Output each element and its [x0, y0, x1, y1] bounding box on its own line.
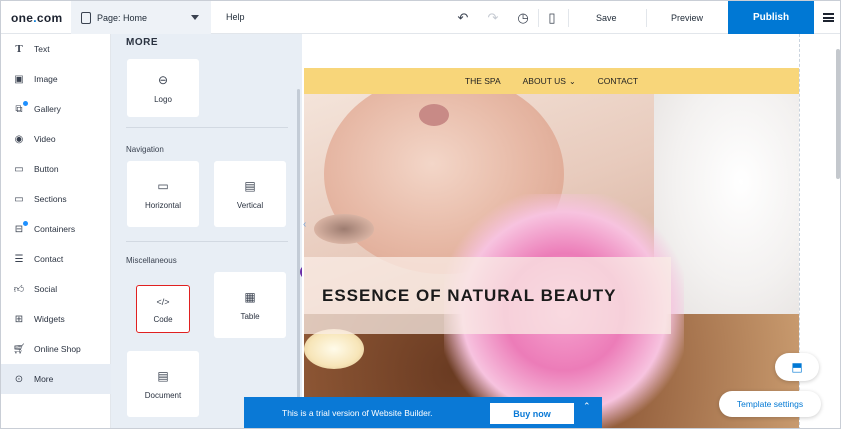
sidebar-item-widgets[interactable]: ⊞ Widgets — [1, 304, 111, 334]
page-selector[interactable]: Page: Home — [71, 1, 211, 34]
more-icon: ⊙ — [14, 373, 24, 385]
nav-link-about-us[interactable]: ABOUT US ⌄ — [523, 76, 576, 86]
vertical-nav-icon: ▤ — [244, 178, 256, 193]
brand-logo[interactable]: one.com — [11, 11, 62, 25]
horizontal-nav-icon: ▭ — [157, 178, 169, 193]
sidebar-item-online-shop[interactable]: 🛒︎ Online Shop — [1, 334, 111, 364]
horizontal-nav-card[interactable]: ▭ Horizontal — [127, 161, 199, 227]
more-elements-panel: MORE ⊖ Logo Navigation ▭ Horizontal ▤ Ve… — [111, 34, 314, 428]
elements-sidebar: T Text ▣ Image ⧉ Gallery ◉ Video ▭ Button ▭ Se… — [1, 34, 111, 428]
sidebar-item-social[interactable]: 👍︎ Social — [1, 274, 111, 304]
chevron-up-icon[interactable]: ⌃ — [583, 401, 591, 412]
sidebar-item-button[interactable]: ▭ Button — [1, 154, 111, 184]
history-icon[interactable]: ◷ — [515, 10, 531, 26]
panel-title: MORE — [126, 37, 158, 48]
canvas-scrollbar[interactable] — [836, 49, 840, 179]
trial-text: This is a trial version of Website Build… — [282, 408, 433, 418]
divider — [126, 241, 288, 242]
page-icon — [81, 11, 91, 24]
site-navigation: THE SPA ABOUT US ⌄ CONTACT — [304, 68, 799, 94]
save-button[interactable]: Save — [596, 13, 617, 23]
trial-banner: This is a trial version of Website Build… — [244, 397, 602, 428]
play-icon: ◉ — [14, 133, 24, 145]
sidebar-item-containers[interactable]: ⊟ Containers — [1, 214, 111, 244]
preview-button[interactable]: Preview — [671, 13, 703, 23]
code-element-card[interactable]: </> Code — [136, 285, 190, 333]
template-settings-button[interactable]: Template settings — [719, 391, 821, 417]
buy-now-button[interactable]: Buy now — [490, 403, 574, 424]
sidebar-item-video[interactable]: ◉ Video — [1, 124, 111, 154]
code-icon: </> — [156, 296, 170, 307]
logo-icon: ⊖ — [157, 72, 169, 87]
gallery-icon: ⧉ — [13, 100, 28, 115]
page-canvas: THE SPA ABOUT US ⌄ CONTACT ESSENCE OF NAT… — [302, 34, 840, 428]
toolbar-divider — [646, 9, 647, 27]
nav-link-contact[interactable]: CONTACT — [598, 76, 638, 86]
table-icon: ▦ — [244, 289, 256, 304]
vertical-nav-card[interactable]: ▤ Vertical — [214, 161, 286, 227]
text-icon: T — [15, 43, 23, 55]
collapse-panel-icon[interactable]: ‹ — [303, 219, 306, 230]
sidebar-item-sections[interactable]: ▭ Sections — [1, 184, 111, 214]
help-link[interactable]: Help — [226, 12, 245, 22]
hamburger-menu-icon[interactable] — [823, 13, 834, 22]
sidebar-item-more[interactable]: ⊙ More — [1, 364, 111, 394]
containers-icon: ⊟ — [13, 220, 28, 235]
contact-icon: ☰ — [14, 253, 24, 265]
page-selector-label: Page: Home — [97, 12, 148, 23]
cart-icon: 🛒︎ — [12, 343, 26, 355]
sidebar-item-image[interactable]: ▣ Image — [1, 64, 111, 94]
site-preview: THE SPA ABOUT US ⌄ CONTACT ESSENCE OF NAT… — [304, 34, 799, 428]
hero-image[interactable]: ESSENCE OF NATURAL BEAUTY — [304, 94, 799, 428]
miscellaneous-section-title: Miscellaneous — [126, 256, 177, 265]
website-builder-window: one.com Page: Home Help ↶ ↷ ◷ ▯ Save Pre… — [0, 0, 841, 429]
design-tools-button[interactable]: ⬒ — [775, 353, 819, 381]
divider — [126, 127, 288, 128]
document-icon: ▤ — [157, 368, 169, 383]
button-icon: ▭ — [14, 163, 24, 175]
paint-icon: ⬒ — [791, 360, 803, 374]
redo-icon[interactable]: ↷ — [485, 10, 501, 26]
top-toolbar: one.com Page: Home Help ↶ ↷ ◷ ▯ Save Pre… — [1, 1, 840, 34]
chevron-down-icon — [191, 15, 199, 20]
image-icon: ▣ — [14, 73, 24, 85]
widgets-icon: ⊞ — [14, 313, 24, 325]
hero-banner[interactable]: ESSENCE OF NATURAL BEAUTY — [304, 257, 671, 334]
sidebar-item-contact[interactable]: ☰ Contact — [1, 244, 111, 274]
chevron-down-icon: ⌄ — [568, 77, 576, 86]
candle-photo — [304, 329, 364, 369]
sidebar-item-text[interactable]: T Text — [1, 34, 111, 64]
navigation-section-title: Navigation — [126, 145, 164, 154]
panel-scrollbar[interactable] — [297, 89, 300, 409]
hero-title[interactable]: ESSENCE OF NATURAL BEAUTY — [322, 286, 617, 306]
toolbar-divider — [568, 9, 569, 27]
publish-button[interactable]: Publish — [728, 1, 814, 34]
thumbs-up-icon: 👍︎ — [13, 284, 25, 295]
nav-link-the-spa[interactable]: THE SPA — [465, 76, 501, 86]
sections-icon: ▭ — [14, 193, 24, 205]
mobile-preview-icon[interactable]: ▯ — [544, 10, 560, 26]
table-element-card[interactable]: ▦ Table — [214, 272, 286, 338]
toolbar-divider — [538, 9, 539, 27]
undo-icon[interactable]: ↶ — [455, 10, 471, 26]
logo-element-card[interactable]: ⊖ Logo — [127, 59, 199, 117]
sidebar-item-gallery[interactable]: ⧉ Gallery — [1, 94, 111, 124]
document-element-card[interactable]: ▤ Document — [127, 351, 199, 417]
